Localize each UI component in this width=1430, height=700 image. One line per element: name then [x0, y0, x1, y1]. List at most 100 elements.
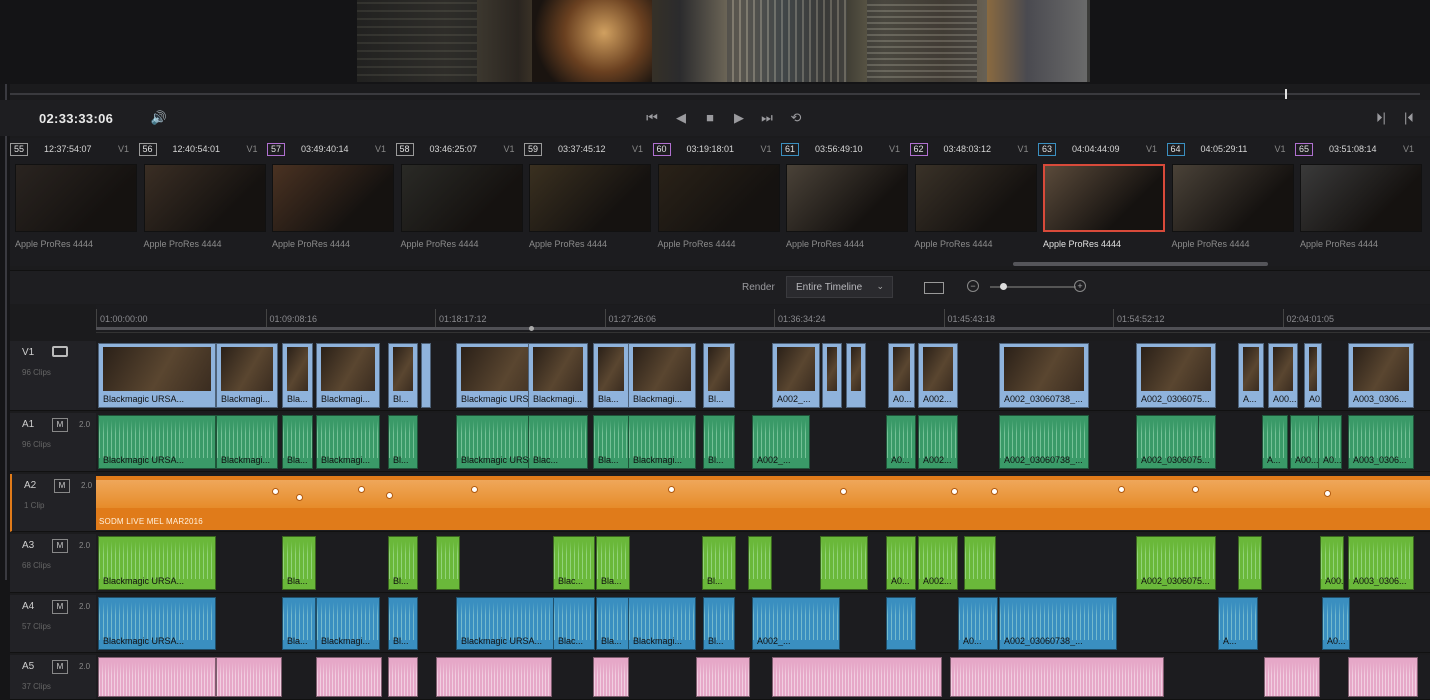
video-clip[interactable]	[421, 343, 431, 408]
audio-clip[interactable]	[316, 657, 382, 697]
playhead-marker[interactable]	[1285, 89, 1287, 99]
audio-clip[interactable]	[1264, 657, 1320, 697]
video-clip[interactable]: A003_0306...	[1348, 343, 1414, 408]
track-header-a2[interactable]: A2 M 2.0 1 Clip	[10, 474, 96, 532]
audio-clip[interactable]: A0...	[958, 597, 998, 650]
audio-clip[interactable]: A00...	[1290, 415, 1320, 469]
video-clip[interactable]: A00...	[1268, 343, 1298, 408]
volume-keyframe[interactable]	[991, 488, 998, 495]
video-clip[interactable]: A002_0306075...	[1136, 343, 1216, 408]
video-clip[interactable]	[846, 343, 866, 408]
audio-clip[interactable]: Blackmagic URSA...	[98, 597, 216, 650]
previous-edit-button[interactable]: |⏴	[1400, 109, 1418, 127]
video-clip[interactable]: Blackmagi...	[528, 343, 588, 408]
audio-clip[interactable]: A0...	[1318, 415, 1342, 469]
video-clip[interactable]: A...	[1238, 343, 1264, 408]
ruler-scroll-bar[interactable]	[96, 327, 1430, 330]
audio-clip[interactable]: Bla...	[596, 536, 630, 590]
audio-clip[interactable]: Bla...	[282, 597, 316, 650]
clip-card[interactable]: 61 03:56:49:10 V1 Apple ProRes 4444	[781, 138, 908, 258]
clip-thumbnail[interactable]	[1171, 164, 1294, 232]
video-clip[interactable]: Bla...	[593, 343, 629, 408]
clip-thumbnail[interactable]	[657, 164, 780, 232]
audio-clip[interactable]	[886, 597, 916, 650]
audio-clip[interactable]: Blackmagi...	[628, 415, 696, 469]
audio-clip[interactable]	[964, 536, 996, 590]
mute-button[interactable]: M	[52, 418, 68, 432]
video-track-lane-v1[interactable]: Blackmagic URSA... Blackmagi... Bla... Blac…	[96, 341, 1430, 411]
audio-clip[interactable]: Blackmagic URSA...	[98, 415, 216, 469]
clip-thumbnail[interactable]	[400, 164, 523, 232]
playback-scrubber[interactable]	[10, 93, 1420, 95]
timeline-ruler[interactable]: 01:00:00:00 01:09:08:16 01:18:17:12 01:27:2…	[96, 305, 1430, 333]
video-clip[interactable]: A0...	[1304, 343, 1322, 408]
audio-clip[interactable]: Bl...	[703, 597, 735, 650]
audio-clip[interactable]: A002_0306075...	[1136, 415, 1216, 469]
speaker-icon[interactable]: 🔊	[150, 109, 168, 127]
clip-thumbnail[interactable]	[786, 164, 908, 232]
clip-card[interactable]: 56 12:40:54:01 V1 Apple ProRes 4444	[138, 138, 266, 258]
clip-card[interactable]: 60 03:19:18:01 V1 Apple ProRes 4444	[652, 138, 780, 258]
timeline-view-options-icon[interactable]	[924, 282, 944, 294]
audio-clip[interactable]	[1238, 536, 1262, 590]
video-clip[interactable]: Blackmagi...	[628, 343, 696, 408]
audio-clip[interactable]: A002...	[918, 536, 958, 590]
video-clip[interactable]: Blackmagic URSA...	[98, 343, 216, 408]
play-button[interactable]: ▶	[730, 109, 748, 127]
audio-clip[interactable]: Blac...	[528, 415, 588, 469]
video-clip[interactable]: Blackmagi...	[216, 343, 278, 408]
audio-clip[interactable]: A0...	[1322, 597, 1350, 650]
audio-clip[interactable]: A...	[1262, 415, 1288, 469]
volume-keyframe[interactable]	[358, 486, 365, 493]
audio-clip[interactable]: Blackmagi...	[628, 597, 696, 650]
clip-card[interactable]: 63 04:04:44:09 V1 Apple ProRes 4444	[1038, 138, 1165, 258]
zoom-in-icon[interactable]: +	[1074, 280, 1086, 292]
volume-keyframe[interactable]	[1192, 486, 1199, 493]
audio-clip[interactable]: Blackmagi...	[216, 415, 278, 469]
audio-clip[interactable]: Blackmagic URSA...	[98, 536, 216, 590]
track-header-v1[interactable]: V1 96 Clips	[10, 341, 96, 411]
audio-clip-long[interactable]: SODM LIVE MEL MAR2016	[96, 476, 1430, 530]
clip-thumbnail[interactable]	[1043, 164, 1165, 232]
volume-keyframe[interactable]	[1118, 486, 1125, 493]
mute-button[interactable]: M	[52, 539, 68, 553]
next-edit-button[interactable]: ⏵|	[1372, 109, 1390, 127]
audio-clip[interactable]	[696, 657, 750, 697]
clip-card[interactable]: 65 03:51:08:14 V1 Apple ProRes 4444	[1295, 138, 1422, 258]
clip-thumbnail[interactable]	[529, 164, 651, 232]
audio-clip[interactable]	[216, 657, 282, 697]
audio-clip[interactable]	[772, 657, 942, 697]
audio-clip[interactable]: Blackmagi...	[316, 597, 380, 650]
audio-clip[interactable]: A002_03060738_...	[999, 415, 1089, 469]
audio-clip[interactable]	[593, 657, 629, 697]
video-clip[interactable]: A002...	[918, 343, 958, 408]
mute-button[interactable]: M	[52, 600, 68, 614]
audio-clip[interactable]: Bl...	[702, 536, 736, 590]
volume-keyframe[interactable]	[840, 488, 847, 495]
clip-strip-scrollbar[interactable]	[1013, 262, 1268, 266]
audio-clip[interactable]: A0...	[886, 536, 916, 590]
audio-clip[interactable]: A002_03060738_...	[999, 597, 1117, 650]
clip-card[interactable]: 64 04:05:29:11 V1 Apple ProRes 4444	[1166, 138, 1294, 258]
audio-clip[interactable]: Bl...	[703, 415, 735, 469]
volume-keyframe[interactable]	[296, 494, 303, 501]
clip-card[interactable]: 55 12:37:54:07 V1 Apple ProRes 4444	[10, 138, 137, 258]
audio-clip[interactable]: Bla...	[282, 415, 313, 469]
mute-button[interactable]: M	[54, 479, 70, 493]
audio-clip[interactable]: A003_0306...	[1348, 536, 1414, 590]
audio-clip[interactable]: A002_...	[752, 597, 840, 650]
video-clip[interactable]: A002_03060738_...	[999, 343, 1089, 408]
clip-card[interactable]: 57 03:49:40:14 V1 Apple ProRes 4444	[267, 138, 394, 258]
audio-clip[interactable]	[1348, 657, 1418, 697]
audio-clip[interactable]: Bla...	[282, 536, 316, 590]
audio-clip[interactable]: Bla...	[596, 597, 630, 650]
audio-clip[interactable]: Bl...	[388, 415, 418, 469]
audio-clip[interactable]	[436, 536, 460, 590]
loop-button[interactable]: ⟲	[787, 109, 805, 127]
volume-keyframe[interactable]	[386, 492, 393, 499]
audio-clip[interactable]	[950, 657, 1164, 697]
zoom-out-icon[interactable]: −	[967, 280, 979, 292]
clip-thumbnail[interactable]	[914, 164, 1037, 232]
video-clip[interactable]: A002_...	[772, 343, 820, 408]
stop-button[interactable]: ■	[701, 109, 719, 127]
